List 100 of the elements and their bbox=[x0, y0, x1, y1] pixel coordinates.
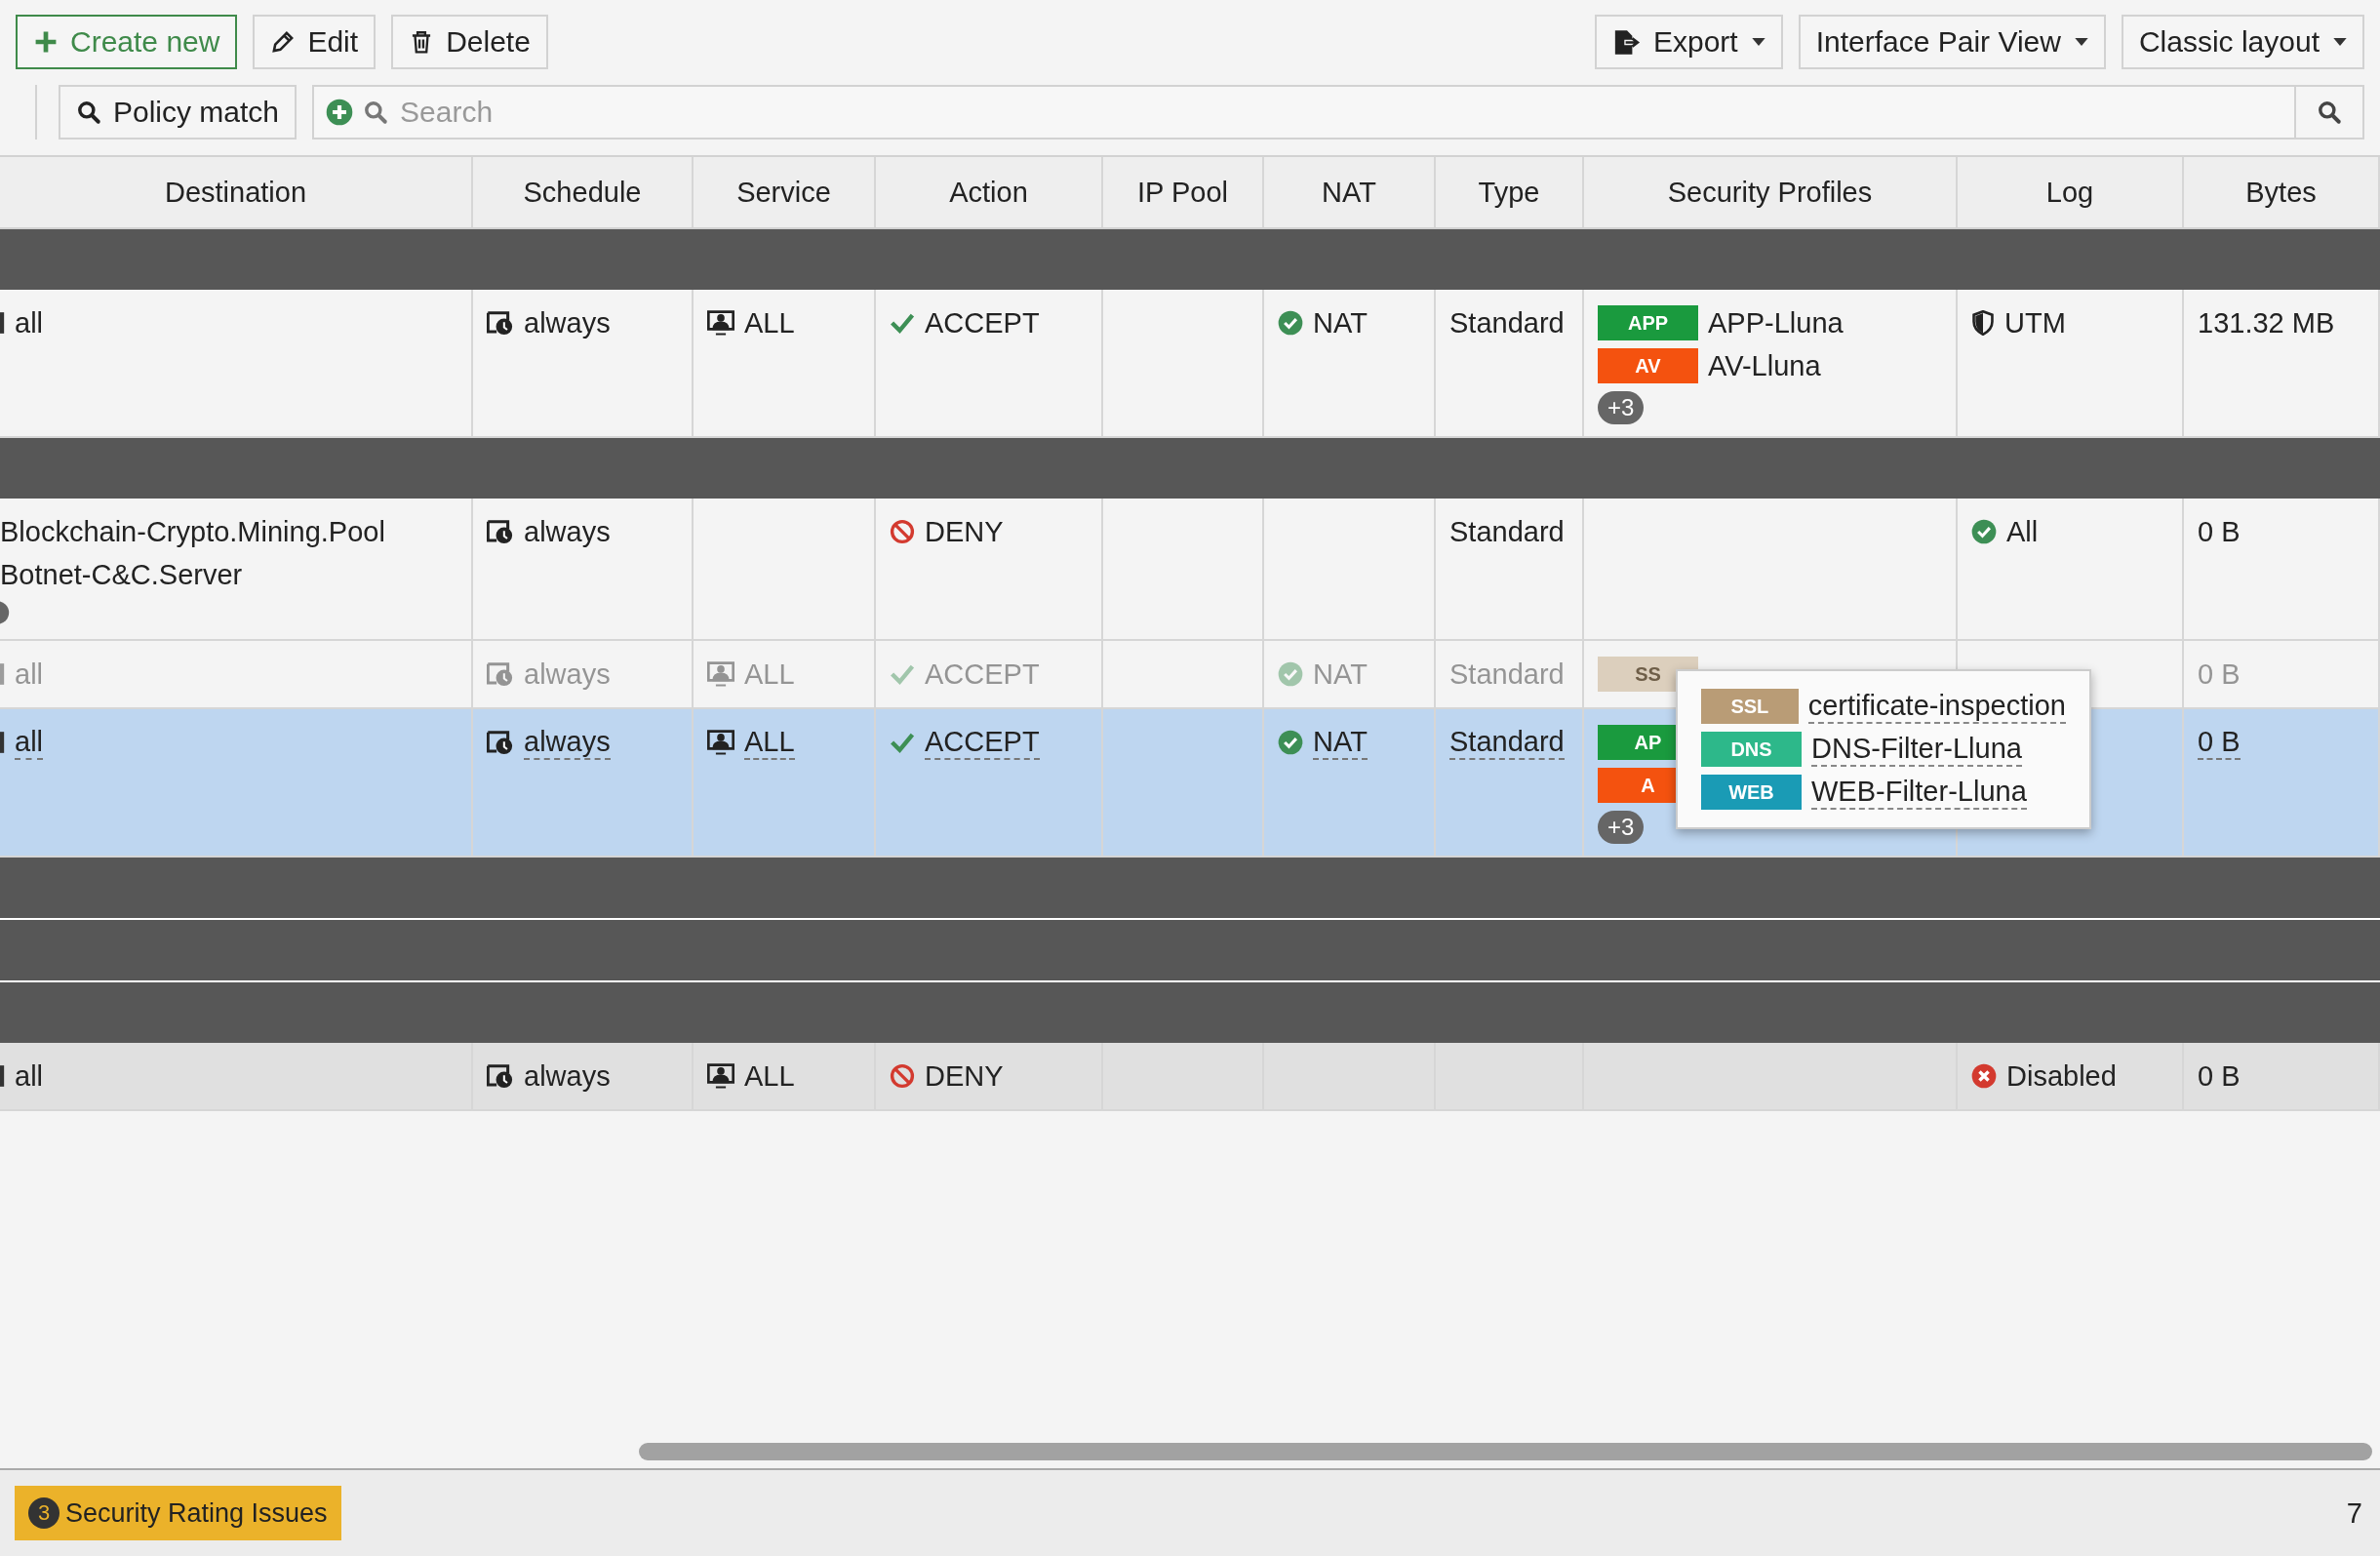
calendar-clock-icon bbox=[487, 519, 514, 544]
caret-icon bbox=[1751, 38, 1765, 46]
column-header[interactable]: Type bbox=[1436, 157, 1584, 227]
object-icon bbox=[0, 1064, 5, 1088]
action-text: DENY bbox=[925, 1059, 1004, 1093]
destination-text: all bbox=[15, 306, 43, 339]
profile-link[interactable]: WEB-Filter-Lluna bbox=[1811, 775, 2027, 810]
edit-button[interactable]: Edit bbox=[253, 15, 377, 69]
type-text: Standard bbox=[1449, 306, 1565, 339]
bytes-text: 0 B bbox=[2198, 725, 2241, 760]
column-header[interactable]: Destination bbox=[0, 157, 473, 227]
schedule-text: always bbox=[524, 658, 611, 691]
column-header[interactable]: IP Pool bbox=[1103, 157, 1264, 227]
nat-text: NAT bbox=[1313, 658, 1368, 691]
log-text: All bbox=[2006, 515, 2039, 548]
search-button[interactable] bbox=[2296, 85, 2364, 140]
search-field[interactable]: Search bbox=[312, 85, 2296, 140]
delete-button[interactable]: Delete bbox=[391, 15, 548, 69]
security-rating-button[interactable]: 3 Security Rating Issues bbox=[15, 1486, 341, 1540]
bytes-text: 131.32 MB bbox=[2198, 306, 2335, 339]
destination-text: all bbox=[15, 658, 43, 691]
scrollbar[interactable] bbox=[639, 1443, 2372, 1460]
column-header[interactable]: Service bbox=[694, 157, 876, 227]
nat-text: NAT bbox=[1313, 306, 1368, 339]
pencil-icon bbox=[270, 29, 297, 55]
total-count: 7 bbox=[2346, 1496, 2362, 1530]
bytes-text: 0 B bbox=[2198, 515, 2241, 548]
export-dropdown[interactable]: Export bbox=[1594, 15, 1783, 69]
policy-match-button[interactable]: Policy match bbox=[59, 85, 298, 140]
search-input[interactable]: Search bbox=[398, 95, 2282, 130]
action-text: DENY bbox=[925, 515, 1004, 548]
profile-name: APP-Lluna bbox=[1708, 306, 1844, 339]
profile-name: AV-Lluna bbox=[1708, 349, 1821, 382]
column-header[interactable]: Action bbox=[876, 157, 1103, 227]
check-circle-icon bbox=[1971, 519, 1997, 544]
search-icon bbox=[2317, 100, 2342, 125]
log-text: Disabled bbox=[2006, 1059, 2117, 1093]
plus-icon bbox=[33, 29, 59, 55]
log-text: UTM bbox=[2004, 306, 2066, 339]
monitor-user-icon bbox=[707, 730, 734, 755]
type-text: Standard bbox=[1449, 658, 1565, 691]
action-text: ACCEPT bbox=[925, 658, 1040, 691]
profile-tag: SSL bbox=[1701, 689, 1799, 724]
add-filter-icon[interactable] bbox=[326, 99, 354, 126]
calendar-clock-icon bbox=[487, 310, 514, 336]
policy-row[interactable]: all always ALL ACCEPT NAT Standard APP APP-Lluna AV AV-Lluna +3 UTM 131.32 MB bbox=[0, 290, 2380, 438]
object-icon bbox=[0, 311, 5, 335]
more-count[interactable]: +3 bbox=[1598, 391, 1645, 424]
profile-tag: APP bbox=[1598, 305, 1698, 340]
action-text: ACCEPT bbox=[925, 306, 1040, 339]
column-header[interactable]: Log bbox=[1958, 157, 2184, 227]
schedule-text: always bbox=[524, 306, 611, 339]
service-text: ALL bbox=[744, 1059, 795, 1093]
monitor-user-icon bbox=[707, 1063, 734, 1089]
destination-text: Botnet-C&C.Server bbox=[0, 558, 243, 591]
column-header[interactable]: Bytes bbox=[2184, 157, 2380, 227]
calendar-clock-icon bbox=[487, 730, 514, 755]
destination-text: Blockchain-Crypto.Mining.Pool bbox=[0, 515, 385, 548]
type-text: Standard bbox=[1449, 515, 1565, 548]
create-button[interactable]: Create new bbox=[16, 15, 238, 69]
profile-link[interactable]: certificate-inspection bbox=[1807, 689, 2066, 724]
nat-text: NAT bbox=[1313, 725, 1368, 760]
destination-text: all bbox=[15, 1059, 43, 1093]
service-text: ALL bbox=[744, 306, 795, 339]
object-icon bbox=[0, 731, 5, 754]
section-header-bar[interactable] bbox=[0, 918, 2380, 980]
monitor-user-icon bbox=[707, 310, 734, 336]
profile-tag: DNS bbox=[1701, 732, 1802, 767]
caret-icon bbox=[2074, 38, 2088, 46]
action-text: ACCEPT bbox=[925, 725, 1040, 760]
view-dropdown[interactable]: Classic layout bbox=[2121, 15, 2364, 69]
caret-icon bbox=[2333, 38, 2347, 46]
search-icon bbox=[363, 100, 389, 125]
view-dropdown[interactable]: Interface Pair View bbox=[1798, 15, 2106, 69]
policy-row[interactable]: Blockchain-Crypto.Mining.Pool Botnet-C&C.Server always DENY Standard All 0 B bbox=[0, 499, 2380, 641]
column-header[interactable]: NAT bbox=[1264, 157, 1436, 227]
schedule-text: always bbox=[524, 1059, 611, 1093]
check-circle-icon bbox=[1278, 730, 1303, 755]
profile-tag: WEB bbox=[1701, 775, 1802, 810]
search-icon bbox=[76, 100, 101, 125]
policy-row[interactable]: all always ALL DENY Disabled 0 B bbox=[0, 1043, 2380, 1111]
destination-text: all bbox=[15, 725, 43, 760]
service-text: ALL bbox=[744, 725, 795, 760]
column-header[interactable]: Security Profiles bbox=[1584, 157, 1958, 227]
schedule-text: always bbox=[524, 515, 611, 548]
profile-link[interactable]: DNS-Filter-Lluna bbox=[1811, 732, 2022, 767]
monitor-user-icon bbox=[707, 661, 734, 687]
type-text: Standard bbox=[1449, 725, 1565, 760]
bytes-text: 0 B bbox=[2198, 1059, 2241, 1093]
check-circle-icon bbox=[1278, 661, 1303, 687]
column-header[interactable]: Schedule bbox=[473, 157, 694, 227]
bytes-text: 0 B bbox=[2198, 658, 2241, 691]
section-header-bar[interactable] bbox=[0, 980, 2380, 1043]
object-icon bbox=[0, 662, 5, 686]
more-count[interactable]: +3 bbox=[1598, 811, 1645, 844]
service-text: ALL bbox=[744, 658, 795, 691]
calendar-clock-icon bbox=[487, 661, 514, 687]
shield-icon bbox=[1971, 310, 1995, 336]
prohibited-icon bbox=[890, 1063, 915, 1089]
x-circle-icon bbox=[1971, 1063, 1997, 1089]
